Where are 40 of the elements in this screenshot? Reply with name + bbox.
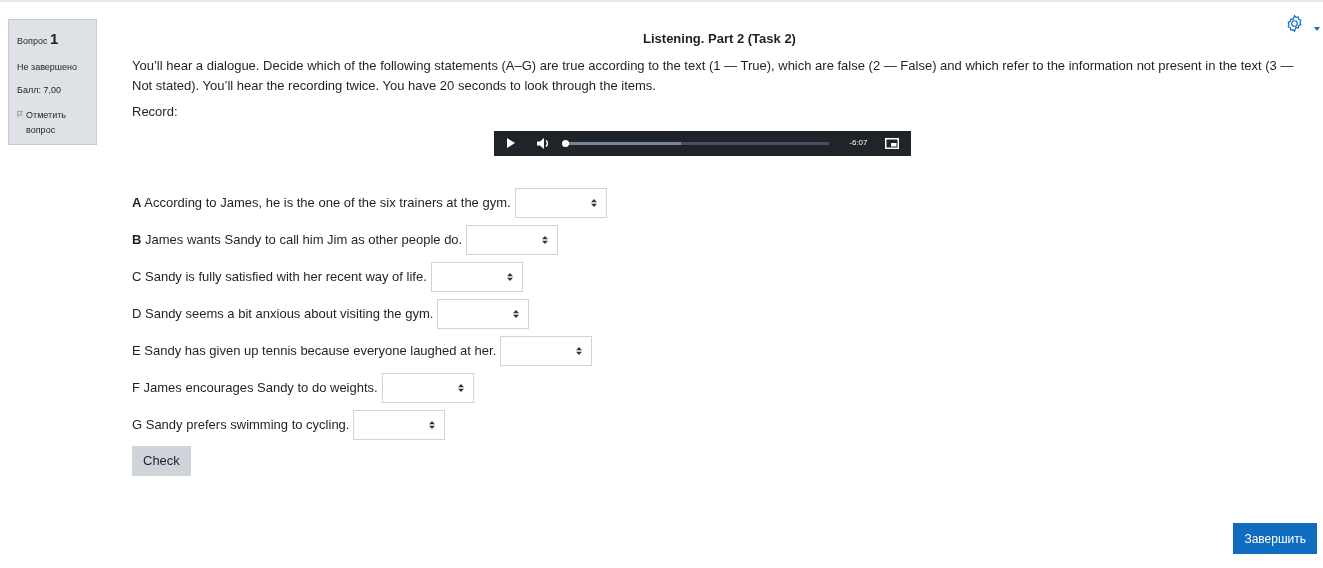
- answer-dropdown[interactable]: [500, 335, 593, 366]
- sort-arrows-icon: [513, 309, 520, 318]
- picture-in-picture-icon[interactable]: [884, 137, 899, 149]
- question-title: Listening. Part 2 (Task 2): [643, 30, 796, 48]
- statement-text: A According to James, he is the one of the six trainers at the gym.: [132, 193, 511, 212]
- question-label: Вопрос: [17, 36, 48, 46]
- statement-text: F James encourages Sandy to do weights.: [132, 378, 378, 397]
- question-number: 1: [49, 30, 59, 47]
- sort-arrows-icon: [506, 272, 513, 281]
- sort-arrows-icon: [590, 198, 597, 207]
- flag-question-link[interactable]: Отметить вопрос: [26, 107, 88, 138]
- flag-icon[interactable]: [17, 109, 24, 118]
- answer-dropdown[interactable]: [514, 187, 607, 218]
- instructions-text: You’ll hear a dialogue. Decide which of the following statements (A–G) are true according to the text (1 — True), which are false (2 — False) and which refer to the information not present in the text (3 — Not stated). You’ll hear the recording twice. You have 20 seconds to look through the items.: [132, 56, 1295, 95]
- sort-arrows-icon: [457, 383, 464, 392]
- statement-text: G Sandy prefers swimming to cycling.: [132, 415, 350, 434]
- time-remaining: -6:07: [849, 137, 868, 149]
- question-grade: Балл: 7,00: [17, 84, 62, 97]
- answer-dropdown[interactable]: [353, 409, 446, 440]
- statement-text: C Sandy is fully satisfied with her recent way of life.: [132, 267, 427, 286]
- progress-track[interactable]: [564, 141, 829, 145]
- answer-dropdown[interactable]: [466, 224, 559, 255]
- answer-dropdown[interactable]: [437, 298, 530, 329]
- answer-dropdown[interactable]: [381, 372, 474, 403]
- statement-text: E Sandy has given up tennis because everyone laughed at her.: [132, 341, 497, 360]
- finish-button[interactable]: Завершить: [1233, 523, 1317, 554]
- statement-text: B James wants Sandy to call him Jim as other people do.: [132, 230, 463, 249]
- sort-arrows-icon: [576, 346, 583, 355]
- statement-text: D Sandy seems a bit anxious about visiting the gym.: [132, 304, 434, 323]
- question-state: Не завершено: [17, 60, 79, 74]
- record-label: Record:: [132, 103, 178, 119]
- check-button[interactable]: Check: [132, 445, 191, 476]
- caret-icon[interactable]: [1314, 27, 1320, 31]
- volume-icon[interactable]: [536, 137, 550, 149]
- settings-icon[interactable]: [1285, 14, 1304, 33]
- answer-dropdown[interactable]: [430, 261, 523, 292]
- slider-thumb[interactable]: [561, 139, 569, 147]
- sort-arrows-icon: [542, 235, 549, 244]
- sort-arrows-icon: [429, 420, 436, 429]
- play-icon[interactable]: [505, 138, 515, 148]
